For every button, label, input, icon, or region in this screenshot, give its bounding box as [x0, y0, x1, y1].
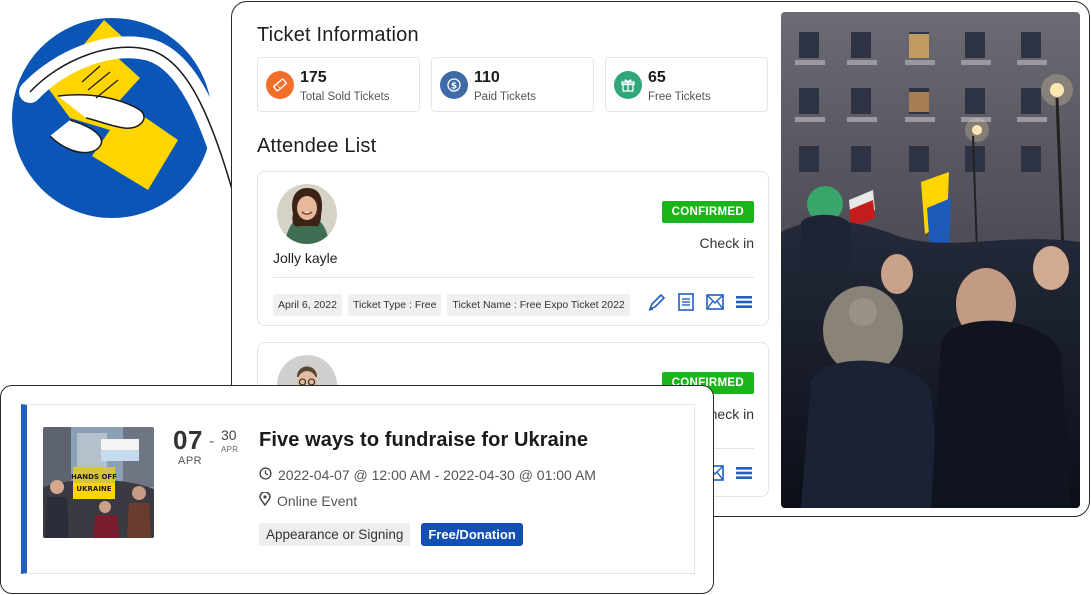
clock-icon — [259, 467, 272, 483]
ukraine-support-logo — [0, 0, 246, 230]
attendee-meta: April 6, 2022 Ticket Type : Free Ticket … — [273, 294, 630, 316]
attendee-card: Jolly kayle CONFIRMED Check in April 6, … — [257, 171, 769, 326]
stat-label: Paid Tickets — [474, 91, 536, 103]
dollar-coin-icon: $ — [440, 71, 468, 99]
event-end-day: 30 — [221, 427, 237, 443]
stat-free: 65 Free Tickets — [605, 57, 768, 112]
event-listing[interactable]: HANDS OFF UKRAINE 07 - 30 APR APR Five w… — [21, 404, 695, 574]
event-start-month: APR — [178, 455, 203, 467]
svg-text:$: $ — [451, 82, 457, 92]
ticket-icon — [266, 71, 294, 99]
event-start-day: 07 — [173, 425, 203, 455]
edit-pen-icon[interactable] — [647, 292, 667, 312]
divider — [273, 277, 754, 278]
event-datetime-text: 2022-04-07 @ 12:00 AM - 2022-04-30 @ 01:… — [278, 467, 596, 483]
stat-value: 110 — [474, 69, 500, 86]
svg-text:UKRAINE: UKRAINE — [76, 485, 111, 493]
event-tags: Appearance or Signing Free/Donation — [259, 523, 523, 546]
price-tag[interactable]: Free/Donation — [421, 523, 523, 546]
attendee-actions — [647, 292, 754, 312]
stat-paid: $ 110 Paid Tickets — [431, 57, 594, 112]
attendee-name: Jolly kayle — [273, 250, 338, 266]
menu-icon[interactable] — [734, 292, 754, 312]
category-tag[interactable]: Appearance or Signing — [259, 523, 411, 546]
stat-label: Free Tickets — [648, 91, 711, 103]
ticket-info-title: Ticket Information — [257, 24, 419, 46]
event-datetime: 2022-04-07 @ 12:00 AM - 2022-04-30 @ 01:… — [259, 467, 596, 483]
event-end-month: APR — [221, 445, 239, 454]
attendee-list-title: Attendee List — [257, 135, 377, 157]
date-separator: - — [209, 433, 215, 450]
ticket-type-chip: Ticket Type : Free — [347, 294, 442, 316]
date-chip: April 6, 2022 — [273, 294, 342, 316]
event-location: Online Event — [259, 491, 358, 509]
svg-text:HANDS OFF: HANDS OFF — [71, 473, 117, 481]
envelope-icon[interactable] — [705, 292, 725, 312]
avatar — [277, 184, 337, 244]
ticket-name-chip: Ticket Name : Free Expo Ticket 2022 — [447, 294, 630, 316]
stat-value: 65 — [648, 69, 666, 86]
check-in-link[interactable]: Check in — [700, 235, 754, 251]
location-pin-icon — [259, 491, 271, 509]
status-badge: CONFIRMED — [661, 201, 754, 223]
event-card[interactable]: HANDS OFF UKRAINE 07 - 30 APR APR Five w… — [0, 385, 714, 594]
document-icon[interactable] — [676, 292, 696, 312]
stat-label: Total Sold Tickets — [300, 91, 390, 103]
stat-value: 175 — [300, 69, 327, 86]
stat-total-sold: 175 Total Sold Tickets — [257, 57, 420, 112]
menu-icon[interactable] — [734, 463, 754, 483]
event-location-text: Online Event — [277, 492, 358, 509]
event-title[interactable]: Five ways to fundraise for Ukraine — [259, 429, 588, 452]
gift-icon — [614, 71, 642, 99]
event-thumbnail[interactable]: HANDS OFF UKRAINE — [43, 427, 154, 538]
protest-photo — [781, 12, 1080, 508]
